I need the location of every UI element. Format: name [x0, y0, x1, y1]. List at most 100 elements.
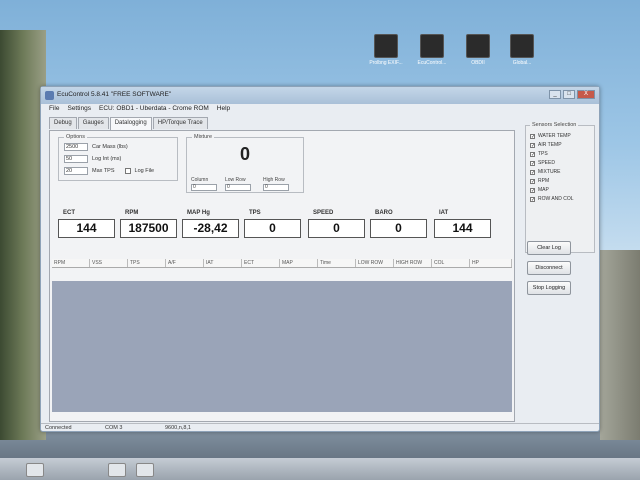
desktop-icon-caption: EcuControl... [417, 60, 447, 66]
options-legend: Options [64, 134, 87, 140]
app-icon [45, 91, 54, 100]
low-row-field: 0 [225, 184, 251, 191]
taskbar [0, 458, 640, 480]
tab-debug[interactable]: Debug [49, 117, 77, 129]
gauge-label: SPEED [313, 210, 334, 216]
col-header-high-row[interactable]: HIGH ROW [394, 259, 432, 267]
air-temp-checkbox[interactable]: ✓ [530, 142, 535, 148]
row-and-col-checkbox[interactable]: ✓ [530, 196, 535, 202]
desktop-icon-1[interactable]: Prolbng EXIF... [366, 34, 406, 66]
gauge-iat: IAT 144 [434, 210, 491, 238]
col-header-vss[interactable]: VSS [90, 259, 128, 267]
mixture-group: Mixture 0 Column 0 Low Row 0 High Row 0 [186, 134, 304, 193]
water-temp-checkbox[interactable]: ✓ [530, 133, 535, 139]
maximize-button[interactable]: □ [563, 90, 575, 99]
desktop-icon-4[interactable]: Global... [502, 34, 542, 66]
datalogging-panel: Options 2500 Car Mass (lbs) 50 Log Int (… [49, 130, 515, 422]
stop-logging-button[interactable]: Stop Logging [527, 281, 571, 295]
gauge-value: -28,42 [182, 219, 239, 238]
log-interval-label: Log Int (ms) [92, 156, 122, 162]
col-header-ect[interactable]: ECT [242, 259, 280, 267]
status-port: COM 3 [105, 425, 123, 431]
col-header-af[interactable]: A/F [166, 259, 204, 267]
gauge-value: 187500 [120, 219, 177, 238]
col-header-time[interactable]: Time [318, 259, 356, 267]
log-file-label: Log File [134, 168, 155, 174]
minimize-button[interactable]: _ [549, 90, 561, 99]
gauge-label: IAT [439, 210, 449, 216]
window-title: EcuControl 5.8.41 "FREE SOFTWARE" [57, 91, 172, 98]
column-label: Column [191, 177, 209, 183]
menu-file[interactable]: File [49, 105, 59, 112]
gauge-label: TPS [249, 210, 261, 216]
desktop-icon-caption: Prolbng EXIF... [369, 60, 403, 66]
mixture-label: MIXTURE [538, 169, 561, 175]
status-connection: Connected [45, 425, 72, 431]
col-header-rpm[interactable]: RPM [52, 259, 90, 267]
desktop-icon-caption: OBDII [471, 60, 485, 66]
rpm-label: RPM [538, 178, 550, 184]
taskbar-app-icon[interactable] [108, 463, 126, 477]
high-row-label: High Row [263, 177, 285, 183]
col-header-tps[interactable]: TPS [128, 259, 166, 267]
water-temp-label: WATER TEMP [538, 133, 571, 139]
disconnect-button[interactable]: Disconnect [527, 261, 571, 275]
log-grid-body[interactable] [52, 281, 512, 412]
mixture-checkbox[interactable]: ✓ [530, 169, 535, 175]
row-and-col-label: ROW AND COL [538, 196, 574, 202]
gauge-value: 0 [370, 219, 427, 238]
wallpaper-rock-right [600, 250, 640, 440]
max-tps-input[interactable]: 20 [64, 167, 88, 175]
title-bar[interactable]: EcuControl 5.8.41 "FREE SOFTWARE" _ □ X [41, 87, 599, 104]
menu-bar: File Settings ECU: OBD1 - Uberdata - Cro… [49, 105, 230, 112]
col-header-hp[interactable]: HP [470, 259, 512, 267]
gauge-label: RPM [125, 210, 139, 216]
menu-settings[interactable]: Settings [67, 105, 91, 112]
air-temp-label: AIR TEMP [538, 142, 562, 148]
status-baud: 9600,n,8,1 [165, 425, 191, 431]
desktop-icon-3[interactable]: OBDII [458, 34, 498, 66]
car-mass-input[interactable]: 2500 [64, 143, 88, 151]
gauge-speed: SPEED 0 [308, 210, 365, 238]
map-label: MAP [538, 187, 549, 193]
menu-ecu[interactable]: ECU: OBD1 - Uberdata - Crome ROM [99, 105, 209, 112]
tps-label: TPS [538, 151, 548, 157]
taskbar-app-icon[interactable] [136, 463, 154, 477]
desktop-icon-2[interactable]: EcuControl... [412, 34, 452, 66]
col-header-col[interactable]: COL [432, 259, 470, 267]
taskbar-app-icon[interactable] [26, 463, 44, 477]
tab-datalogging[interactable]: Datalogging [109, 117, 152, 130]
gauge-baro: BARO 0 [370, 210, 427, 238]
car-mass-label: Car Mass (lbs) [92, 144, 128, 150]
options-group: Options 2500 Car Mass (lbs) 50 Log Int (… [58, 134, 178, 181]
rpm-checkbox[interactable]: ✓ [530, 178, 535, 184]
log-file-checkbox[interactable] [124, 168, 131, 174]
menu-help[interactable]: Help [217, 105, 230, 112]
app-shortcut-icon [420, 34, 444, 58]
log-interval-input[interactable]: 50 [64, 155, 88, 163]
speed-checkbox[interactable]: ✓ [530, 160, 535, 166]
tab-strip: Debug Gauges Datalogging HP/Torque Trace [49, 117, 209, 130]
tab-gauges[interactable]: Gauges [77, 117, 109, 129]
gauge-label: BARO [375, 210, 393, 216]
mixture-value: 0 [239, 144, 250, 164]
gauge-tps: TPS 0 [244, 210, 301, 238]
gauge-ect: ECT 144 [58, 210, 115, 238]
gauge-label: MAP Hg [187, 210, 210, 216]
close-button[interactable]: X [577, 90, 595, 99]
col-header-map[interactable]: MAP [280, 259, 318, 267]
tps-checkbox[interactable]: ✓ [530, 151, 535, 157]
sensors-selection-group: Sensors Selection ✓ WATER TEMP ✓ AIR TEM… [525, 122, 595, 253]
gauge-value: 144 [58, 219, 115, 238]
col-header-low-row[interactable]: LOW ROW [356, 259, 394, 267]
gauge-value: 0 [308, 219, 365, 238]
tab-hp-torque-trace[interactable]: HP/Torque Trace [152, 117, 208, 129]
low-row-label: Low Row [225, 177, 246, 183]
gauge-map: MAP Hg -28,42 [182, 210, 239, 238]
log-grid-header: RPM VSS TPS A/F IAT ECT MAP Time LOW ROW… [52, 259, 512, 268]
desktop-icon-caption: Global... [512, 60, 532, 66]
col-header-iat[interactable]: IAT [204, 259, 242, 267]
clear-log-button[interactable]: Clear Log [527, 241, 571, 255]
map-checkbox[interactable]: ✓ [530, 187, 535, 193]
gauge-rpm: RPM 187500 [120, 210, 177, 238]
